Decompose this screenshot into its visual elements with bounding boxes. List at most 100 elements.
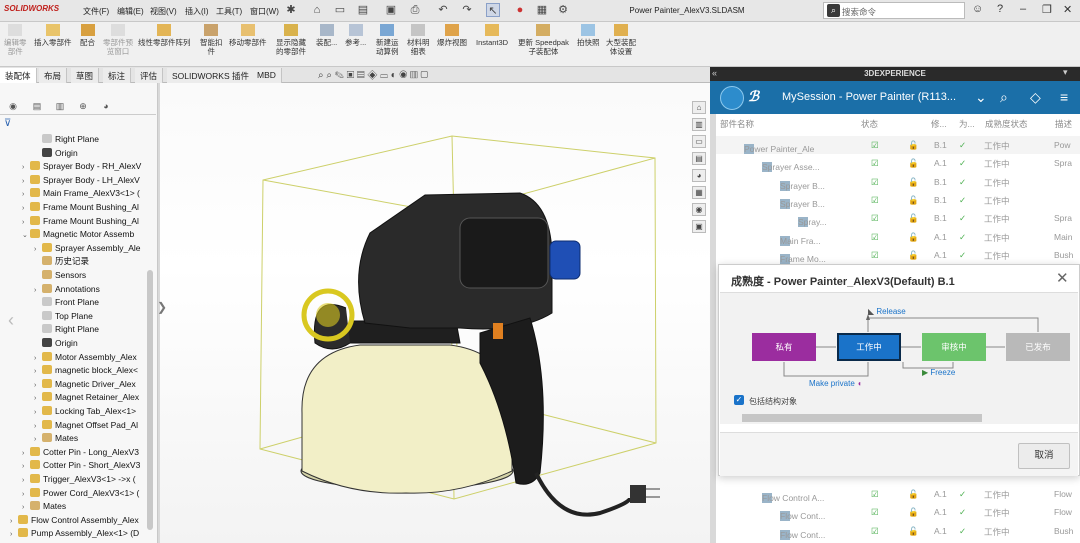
tree-expand-icon[interactable]: › <box>34 352 42 365</box>
assembly-features-button[interactable]: 装配... <box>316 24 337 47</box>
large-assembly-settings-button[interactable]: 大型装配 体设置 <box>606 24 636 56</box>
tree-expand-icon[interactable]: › <box>34 433 42 446</box>
tree-expand-icon[interactable]: › <box>22 175 30 188</box>
collapse-panel-icon[interactable]: « <box>712 68 717 78</box>
menu-edit[interactable]: 编辑(E) <box>117 6 144 17</box>
tree-node[interactable]: › Mates <box>22 500 66 513</box>
session-row[interactable]: Sprayer B... ☑ 🔓 B.1 ✓ 工作中 <box>716 172 1080 191</box>
tree-node[interactable]: 历史记录 <box>34 255 89 268</box>
tree-expand-icon[interactable]: › <box>22 447 30 460</box>
print-icon[interactable]: ⎙ <box>408 3 422 17</box>
tree-node[interactable]: Origin <box>34 337 78 350</box>
tree-node[interactable]: › Motor Assembly_Alex <box>34 351 137 364</box>
new-motion-study-button[interactable]: 新建运 动算例 <box>376 24 399 56</box>
session-row[interactable]: Flow Cont... ☑ 🔓 A.1 ✓ 工作中 Bush <box>716 521 1080 540</box>
tree-node[interactable]: › magnetic block_Alex< <box>34 364 138 377</box>
lock-icon[interactable]: 🔓 <box>908 158 919 169</box>
tree-node[interactable]: Right Plane <box>34 323 99 336</box>
tree-node[interactable]: › Magnet Retainer_Alex <box>34 391 139 404</box>
lock-icon[interactable]: 🔓 <box>908 250 919 261</box>
tree-node[interactable]: › Magnet Offset Pad_Al <box>34 419 138 432</box>
help-icon[interactable]: ? <box>997 3 1003 15</box>
show-hidden-button[interactable]: 显示隐藏 的零部件 <box>276 24 306 56</box>
lock-icon[interactable]: 🔓 <box>908 489 919 500</box>
tree-node[interactable]: › Pump Assembly_Alex<1> (D <box>10 527 139 540</box>
search-input[interactable]: ⌕ 搜索命令 <box>823 2 965 19</box>
smart-fasteners-button[interactable]: 智能扣 件 <box>200 24 223 56</box>
close-icon[interactable]: ✕ <box>1063 3 1072 16</box>
take-snapshot-button[interactable]: 拍快照 <box>577 24 600 47</box>
tree-expand-icon[interactable]: › <box>34 365 42 378</box>
feature-tree-icon[interactable]: ◉ <box>6 100 20 113</box>
tree-expand-icon[interactable]: › <box>34 420 42 433</box>
tree-expand-icon[interactable]: › <box>10 528 18 541</box>
home-icon[interactable]: ⌂ <box>310 3 324 17</box>
edit-component-button[interactable]: 编辑零 部件 <box>4 24 27 56</box>
tree-expand-icon[interactable]: › <box>34 284 42 297</box>
marketplace-icon[interactable]: ▣ <box>692 220 706 233</box>
tree-node[interactable]: › Cotter Pin - Long_AlexV3 <box>22 446 139 459</box>
session-title[interactable]: MySession - Power Painter (R113... <box>782 91 956 103</box>
lock-icon[interactable]: 🔓 <box>908 507 919 518</box>
rebuild-icon[interactable]: ▦ <box>535 3 549 17</box>
close-icon[interactable]: ✕ <box>1056 269 1069 287</box>
session-row[interactable]: Flow Control A... ☑ 🔓 A.1 ✓ 工作中 Flow <box>716 485 1080 503</box>
tab-addins[interactable]: SOLIDWORKS 插件 <box>167 68 255 83</box>
instant3d-button[interactable]: Instant3D <box>476 24 508 47</box>
tab-mbd[interactable]: MBD <box>252 68 282 83</box>
tree-node[interactable]: Top Plane <box>34 310 93 323</box>
heads-up-view-toolbar[interactable]: ⌕ ⌕ ✎ ▣ ▤ ◈ ▭ ◐ ◉ ▥ ▢ <box>318 70 428 84</box>
col-status[interactable]: 状态 <box>861 118 878 130</box>
lock-icon[interactable]: 🔓 <box>908 195 919 206</box>
state-frozen[interactable]: 审核中 <box>922 333 986 361</box>
tree-scrollbar[interactable] <box>147 270 153 530</box>
minimize-icon[interactable]: – <box>1020 3 1026 15</box>
state-released[interactable]: 已发布 <box>1006 333 1070 361</box>
compass-icon[interactable] <box>720 86 744 110</box>
tree-expand-icon[interactable]: › <box>22 216 30 229</box>
configuration-manager-icon[interactable]: ▥ <box>53 100 67 113</box>
file-explorer-icon[interactable]: ▭ <box>692 135 706 148</box>
reference-geometry-button[interactable]: 参考... <box>345 24 366 47</box>
tab-markup[interactable]: 标注 <box>103 68 132 83</box>
tree-expand-icon[interactable]: › <box>34 243 42 256</box>
state-private[interactable]: 私有 <box>752 333 816 361</box>
tree-node[interactable]: › Cotter Pin - Short_AlexV3 <box>22 459 140 472</box>
tree-expand-icon[interactable]: › <box>34 406 42 419</box>
tree-node[interactable]: › Frame Mount Bushing_Al <box>22 215 139 228</box>
exploded-view-button[interactable]: 爆炸视图 <box>437 24 467 47</box>
lock-icon[interactable]: 🔓 <box>908 177 919 188</box>
redo-icon[interactable]: ↷ <box>460 3 474 17</box>
component-preview-button[interactable]: 零部件预 览窗口 <box>103 24 133 56</box>
tree-node[interactable]: Origin <box>34 147 78 160</box>
cancel-button[interactable]: 取消 <box>1018 443 1070 469</box>
nav-back-icon[interactable]: ‹ <box>8 310 14 331</box>
save-icon[interactable]: ▣ <box>384 3 398 17</box>
lock-icon[interactable]: 🔓 <box>908 140 919 151</box>
dimxpert-icon[interactable]: ⊕ <box>76 100 90 113</box>
tree-expand-icon[interactable]: › <box>34 392 42 405</box>
make-private-transition[interactable]: Make private ◖ <box>809 379 862 388</box>
panel-pin-icon[interactable]: ▾ <box>1063 67 1068 78</box>
lock-icon[interactable]: 🔓 <box>908 213 919 224</box>
tab-sketch[interactable]: 草图 <box>71 68 100 83</box>
tree-expand-icon[interactable]: › <box>10 515 18 528</box>
tree-node[interactable]: › Power Cord_AlexV3<1> ( <box>22 487 139 500</box>
tree-node[interactable]: › Magnetic Driver_Alex <box>34 378 136 391</box>
model-view[interactable] <box>160 83 710 543</box>
tab-evaluate[interactable]: 评估 <box>135 68 164 83</box>
session-row[interactable]: Sprayer Asse... ☑ 🔓 A.1 ✓ 工作中 Spra <box>716 154 1080 173</box>
tree-node[interactable]: Sensors <box>34 269 86 282</box>
hamburger-menu-icon[interactable]: ≡ <box>1060 89 1068 105</box>
tree-node[interactable]: › Flow Control Assembly_Alex <box>10 514 139 527</box>
tree-expand-icon[interactable]: › <box>22 202 30 215</box>
display-manager-icon[interactable]: ◕ <box>99 100 113 113</box>
menu-file[interactable]: 文件(F) <box>83 6 109 17</box>
tree-expand-icon[interactable]: ⌄ <box>22 229 30 242</box>
insert-component-button[interactable]: 插入零部件 <box>34 24 72 47</box>
open-folder-icon[interactable]: ▤ <box>356 3 370 17</box>
col-description[interactable]: 描述 <box>1055 118 1072 130</box>
3dexperience-icon[interactable]: ◉ <box>692 203 706 216</box>
tree-node[interactable]: › Frame Mount Bushing_Al <box>22 201 139 214</box>
tree-node[interactable]: Front Plane <box>34 296 99 309</box>
